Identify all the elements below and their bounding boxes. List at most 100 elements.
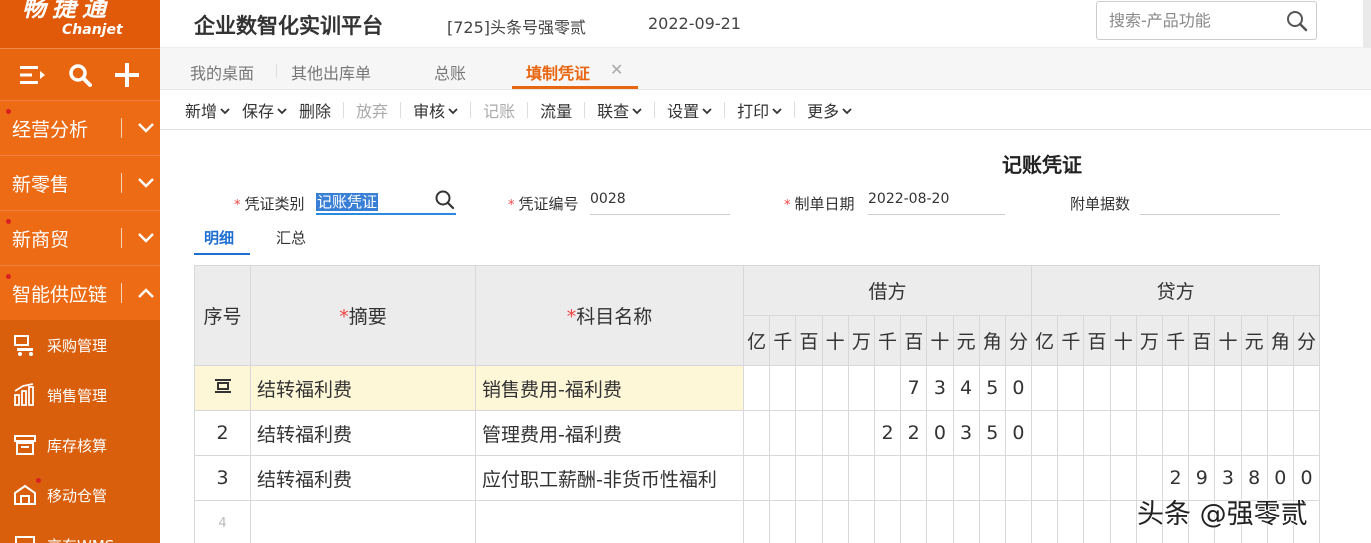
amount-digit-cell[interactable] bbox=[795, 500, 823, 543]
amount-digit-cell[interactable] bbox=[847, 500, 875, 543]
amount-digit-cell[interactable] bbox=[900, 455, 928, 501]
amount-digit-cell[interactable] bbox=[873, 500, 902, 543]
table-row[interactable]: 结转福利费 销售费用-福利费 7 3 4 5 0 bbox=[194, 365, 1321, 411]
tab-my-desktop[interactable]: 我的桌面 bbox=[190, 60, 254, 84]
amount-digit-cell[interactable] bbox=[1004, 455, 1033, 501]
amount-digit-cell[interactable] bbox=[769, 500, 797, 543]
row-index-cell[interactable] bbox=[194, 365, 251, 411]
amount-digit-cell[interactable]: 0 bbox=[1004, 365, 1033, 411]
plus-icon[interactable] bbox=[103, 49, 150, 101]
sidebar-subitem-2[interactable]: 销售管理 bbox=[0, 370, 160, 420]
toolbar-button-11[interactable]: 更多 bbox=[807, 98, 852, 122]
amount-digit-cell[interactable] bbox=[1083, 365, 1111, 411]
amount-digit-cell[interactable]: 0 bbox=[926, 410, 954, 456]
sidebar-item-2[interactable]: 新零售 bbox=[0, 155, 160, 210]
amount-digit-cell[interactable] bbox=[821, 365, 849, 411]
row-edit-icon[interactable] bbox=[214, 377, 232, 399]
account-cell[interactable]: 管理费用-福利费 bbox=[475, 410, 744, 456]
amount-digit-cell[interactable] bbox=[1004, 500, 1033, 543]
sidebar-subitem-3[interactable]: 库存核算 bbox=[0, 420, 160, 470]
amount-digit-cell[interactable]: 3 bbox=[926, 365, 954, 411]
amount-digit-cell[interactable] bbox=[1083, 410, 1111, 456]
toolbar-button-1[interactable]: 新增 bbox=[185, 98, 230, 122]
amount-digit-cell[interactable] bbox=[978, 500, 1006, 543]
amount-digit-cell[interactable] bbox=[1266, 365, 1294, 411]
amount-digit-cell[interactable] bbox=[1031, 365, 1059, 411]
chevron-down-icon[interactable] bbox=[132, 178, 160, 188]
toolbar-button-4[interactable]: 放弃 bbox=[356, 98, 388, 122]
amount-digit-cell[interactable] bbox=[821, 455, 849, 501]
voucher-number-field[interactable]: 0028 bbox=[590, 189, 730, 215]
sidebar-item-1[interactable]: 经营分析 bbox=[0, 100, 160, 155]
amount-digit-cell[interactable] bbox=[795, 365, 823, 411]
amount-digit-cell[interactable] bbox=[1057, 500, 1085, 543]
subtab-summary[interactable]: 汇总 bbox=[276, 227, 306, 248]
amount-digit-cell[interactable] bbox=[952, 455, 980, 501]
amount-digit-cell[interactable] bbox=[1266, 410, 1294, 456]
search-icon[interactable] bbox=[1286, 10, 1308, 36]
summary-cell[interactable]: 结转福利费 bbox=[250, 455, 476, 501]
amount-digit-cell[interactable]: 3 bbox=[952, 410, 980, 456]
sidebar-subitem-4[interactable]: 移动仓管 bbox=[0, 470, 160, 520]
search-icon[interactable] bbox=[57, 49, 104, 101]
amount-digit-cell[interactable] bbox=[1161, 365, 1190, 411]
account-cell[interactable] bbox=[475, 500, 744, 543]
amount-digit-cell[interactable] bbox=[742, 455, 771, 501]
amount-digit-cell[interactable] bbox=[1161, 410, 1190, 456]
amount-digit-cell[interactable] bbox=[795, 410, 823, 456]
account-cell[interactable]: 应付职工薪酬-非货币性福利 bbox=[475, 455, 744, 501]
amount-digit-cell[interactable] bbox=[742, 410, 771, 456]
amount-digit-cell[interactable] bbox=[847, 410, 875, 456]
sidebar-subitem-1[interactable]: 采购管理 bbox=[0, 320, 160, 370]
amount-digit-cell[interactable]: 5 bbox=[978, 365, 1006, 411]
amount-digit-cell[interactable]: 4 bbox=[952, 365, 980, 411]
amount-digit-cell[interactable] bbox=[1031, 500, 1059, 543]
toolbar-button-7[interactable]: 流量 bbox=[540, 98, 572, 122]
sidebar-item-4[interactable]: 智能供应链 bbox=[0, 265, 160, 320]
summary-cell[interactable]: 结转福利费 bbox=[250, 410, 476, 456]
amount-digit-cell[interactable] bbox=[1292, 410, 1321, 456]
amount-digit-cell[interactable] bbox=[952, 500, 980, 543]
amount-digit-cell[interactable] bbox=[900, 500, 928, 543]
toolbar-button-10[interactable]: 打印 bbox=[737, 98, 782, 122]
amount-digit-cell[interactable] bbox=[1240, 365, 1268, 411]
amount-digit-cell[interactable]: 7 bbox=[900, 365, 928, 411]
amount-digit-cell[interactable] bbox=[1135, 365, 1164, 411]
amount-digit-cell[interactable] bbox=[978, 455, 1006, 501]
amount-digit-cell[interactable] bbox=[1240, 410, 1268, 456]
lookup-search-icon[interactable] bbox=[434, 189, 456, 215]
amount-digit-cell[interactable] bbox=[1188, 410, 1216, 456]
chevron-up-icon[interactable] bbox=[132, 288, 160, 298]
subtab-detail[interactable]: 明细 bbox=[204, 227, 234, 248]
amount-digit-cell[interactable] bbox=[769, 410, 797, 456]
amount-digit-cell[interactable] bbox=[1057, 455, 1085, 501]
amount-digit-cell[interactable] bbox=[742, 365, 771, 411]
amount-digit-cell[interactable] bbox=[926, 455, 954, 501]
amount-digit-cell[interactable]: 5 bbox=[978, 410, 1006, 456]
amount-digit-cell[interactable] bbox=[821, 500, 849, 543]
amount-digit-cell[interactable] bbox=[1057, 410, 1085, 456]
toolbar-button-6[interactable]: 记账 bbox=[483, 98, 515, 122]
header-scrollbar[interactable] bbox=[1363, 0, 1371, 48]
amount-digit-cell[interactable] bbox=[1031, 410, 1059, 456]
amount-digit-cell[interactable] bbox=[742, 500, 771, 543]
toolbar-button-9[interactable]: 设置 bbox=[667, 98, 712, 122]
amount-digit-cell[interactable]: 2 bbox=[900, 410, 928, 456]
amount-digit-cell[interactable] bbox=[1214, 410, 1242, 456]
amount-digit-cell[interactable] bbox=[1109, 455, 1137, 501]
amount-digit-cell[interactable] bbox=[769, 455, 797, 501]
summary-cell[interactable]: 结转福利费 bbox=[250, 365, 476, 411]
account-cell[interactable]: 销售费用-福利费 bbox=[475, 365, 744, 411]
toolbar-button-3[interactable]: 删除 bbox=[299, 98, 331, 122]
table-row[interactable]: 2 结转福利费 管理费用-福利费 2 2 0 3 5 0 bbox=[194, 410, 1321, 456]
chevron-down-icon[interactable] bbox=[132, 233, 160, 243]
amount-digit-cell[interactable] bbox=[1188, 365, 1216, 411]
menu-icon[interactable] bbox=[10, 49, 57, 101]
amount-digit-cell[interactable] bbox=[795, 455, 823, 501]
amount-digit-cell[interactable] bbox=[1292, 365, 1321, 411]
amount-digit-cell[interactable] bbox=[1109, 410, 1137, 456]
amount-digit-cell[interactable]: 0 bbox=[1004, 410, 1033, 456]
voucher-date-field[interactable]: 2022-08-20 bbox=[868, 189, 1005, 215]
amount-digit-cell[interactable] bbox=[1109, 365, 1137, 411]
summary-cell[interactable] bbox=[250, 500, 476, 543]
